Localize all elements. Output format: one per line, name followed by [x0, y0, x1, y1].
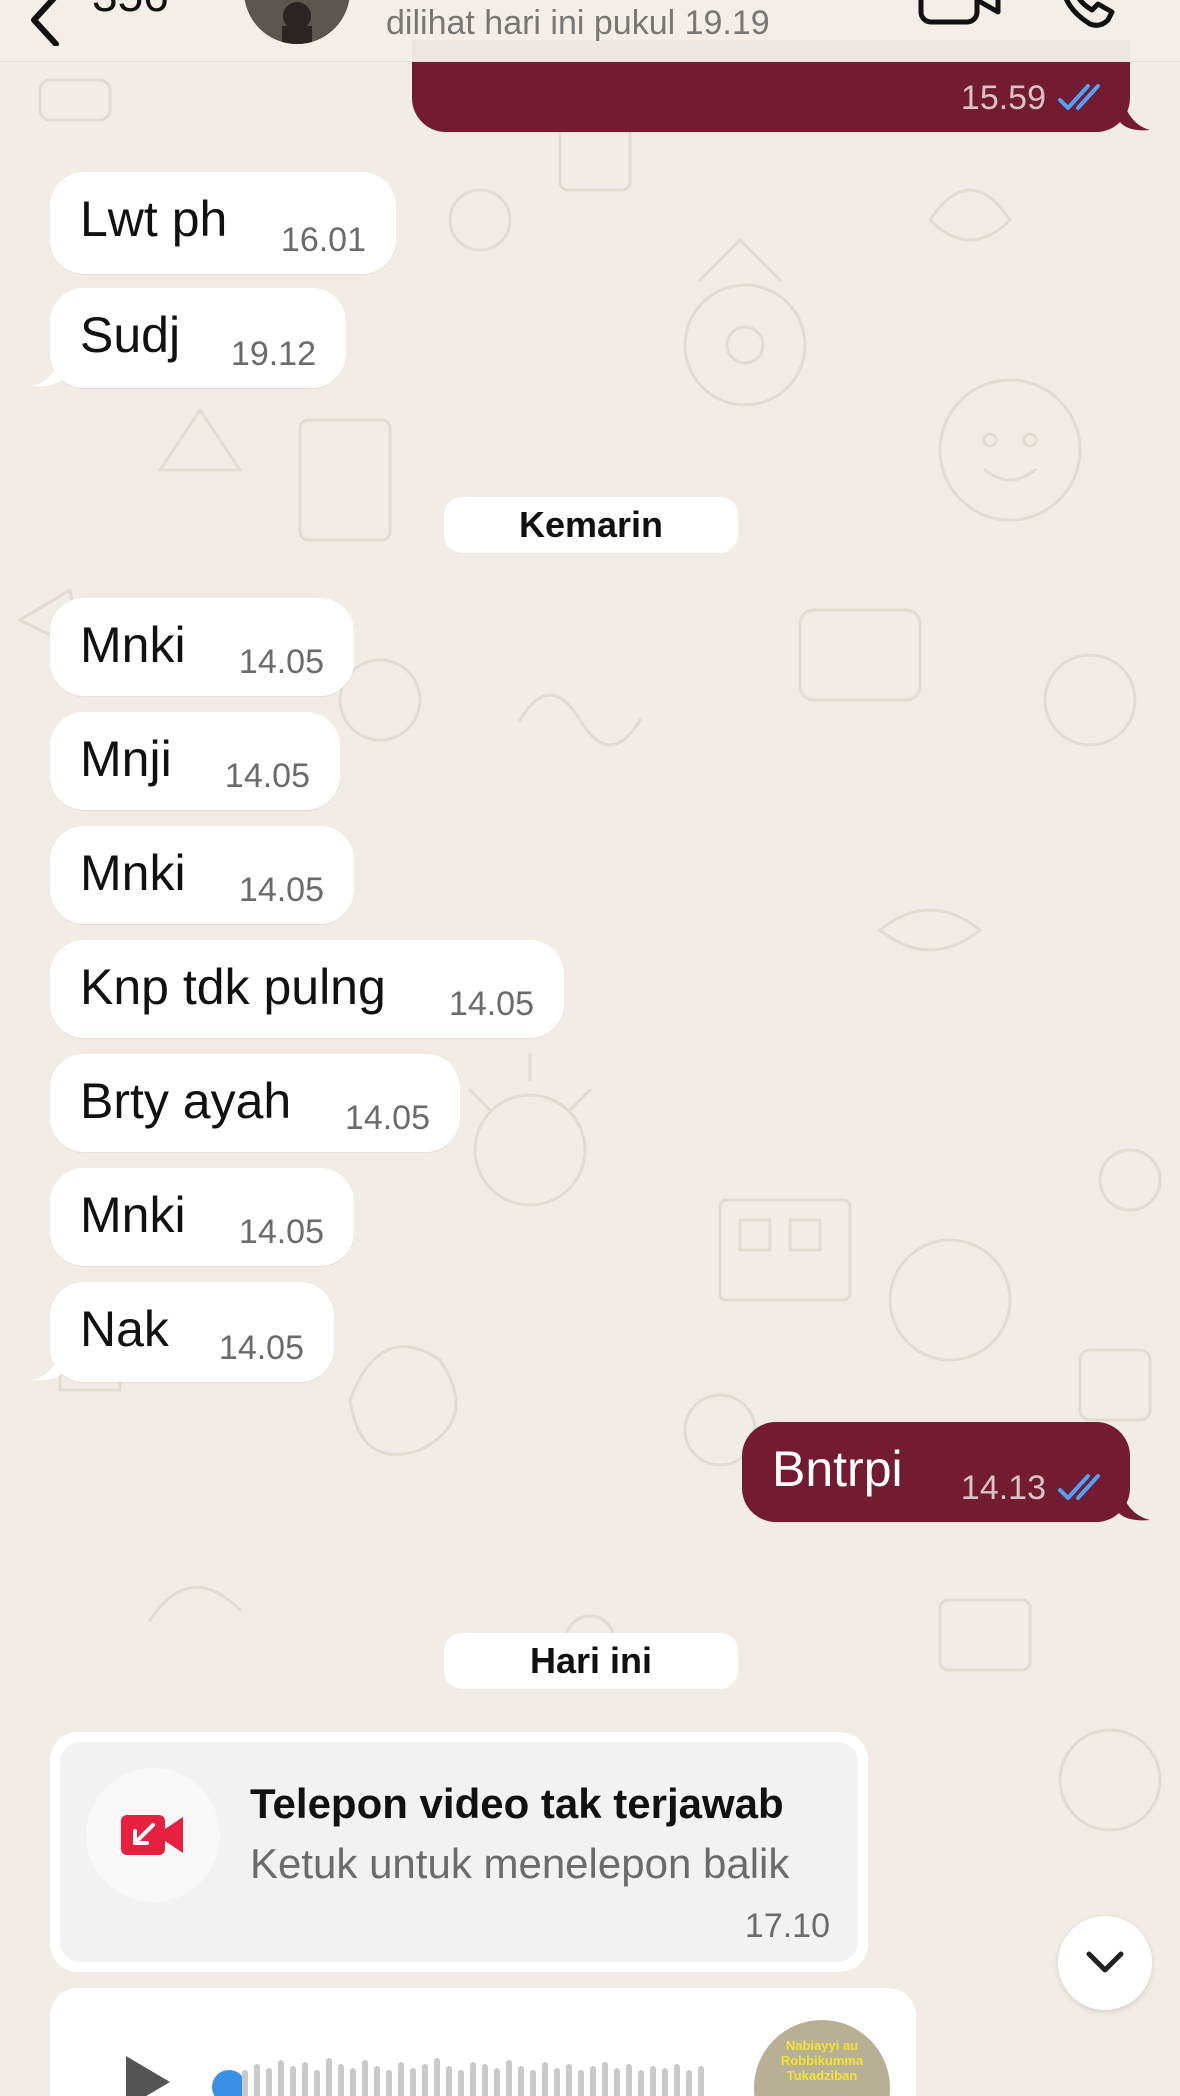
back-button[interactable]: 356	[22, 0, 182, 56]
voice-call-icon[interactable]	[1058, 0, 1122, 30]
missed-call-icon-wrap	[86, 1768, 220, 1902]
voice-waveform[interactable]	[242, 2050, 742, 2096]
message-time: 14.05	[344, 1099, 430, 1137]
missed-video-call-card[interactable]: Telepon video tak terjawab Ketuk untuk m…	[50, 1732, 868, 1972]
message-text: Lwt ph	[80, 191, 228, 247]
missed-call-subtitle: Ketuk untuk menelepon balik	[250, 1840, 790, 1887]
unread-count: 356	[92, 0, 169, 22]
missed-video-call-icon	[121, 1815, 183, 1855]
message-text: Bntrpi	[772, 1441, 903, 1497]
message-time: 14.05	[238, 643, 324, 681]
message-text: Sudj	[80, 307, 181, 363]
date-separator: Kemarin	[444, 497, 738, 553]
message-time: 14.05	[218, 1329, 304, 1367]
message-bubble-incoming[interactable]: Knp tdk pulng 14.05	[50, 940, 564, 1038]
message-text: Nak	[80, 1301, 169, 1357]
video-call-icon[interactable]	[918, 0, 1002, 26]
message-time: 19.12	[230, 335, 316, 373]
message-bubble-incoming[interactable]: Mnki 14.05	[50, 598, 354, 696]
message-time: 14.05	[448, 985, 534, 1023]
chevron-down-icon	[1086, 1951, 1124, 1973]
message-text: Knp tdk pulng	[80, 959, 386, 1015]
message-bubble-incoming[interactable]: Brty ayah 14.05	[50, 1054, 460, 1152]
missed-call-content[interactable]: Telepon video tak terjawab Ketuk untuk m…	[60, 1742, 858, 1962]
message-bubble-incoming[interactable]: Nak 14.05	[50, 1282, 334, 1382]
message-bubble-incoming[interactable]: Mnki 14.05	[50, 1168, 354, 1266]
voice-sender-avatar: Nabiayyi au Robbikumma Tukadziban	[754, 2020, 890, 2096]
message-bubble-incoming[interactable]: Mnki 14.05	[50, 826, 354, 924]
scroll-to-bottom-button[interactable]	[1058, 1916, 1152, 2010]
message-text: Mnji	[80, 731, 172, 787]
read-receipt-icon	[1058, 1474, 1100, 1500]
message-time: 14.05	[238, 871, 324, 909]
message-text: Mnki	[80, 845, 186, 901]
read-receipt-icon	[1058, 84, 1100, 110]
message-bubble-outgoing[interactable]: Bntrpi 14.13	[742, 1422, 1130, 1522]
contact-avatar[interactable]	[244, 0, 350, 44]
message-text: Brty ayah	[80, 1073, 292, 1129]
message-time: 14.13	[960, 1469, 1046, 1507]
message-time: 15.59	[960, 79, 1046, 117]
message-text: Mnki	[80, 617, 186, 673]
message-bubble-incoming[interactable]: Sudj 19.12	[50, 288, 346, 388]
message-bubble-incoming[interactable]: Mnji 14.05	[50, 712, 340, 810]
last-seen-status[interactable]: dilihat hari ini pukul 19.19	[386, 4, 770, 43]
back-chevron-icon	[31, 0, 59, 46]
missed-call-title: Telepon video tak terjawab	[250, 1780, 784, 1827]
message-bubble-incoming[interactable]: Lwt ph 16.01	[50, 172, 396, 274]
message-text: Mnki	[80, 1187, 186, 1243]
chat-header: 356 dilihat hari ini pukul 19.19	[0, 0, 1180, 62]
message-time: 14.05	[238, 1213, 324, 1251]
date-separator: Hari ini	[444, 1633, 738, 1689]
message-time: 16.01	[280, 221, 366, 259]
voice-note-bubble[interactable]: Nabiayyi au Robbikumma Tukadziban	[50, 1988, 916, 2096]
play-icon[interactable]	[122, 2052, 174, 2096]
voice-avatar-caption: Nabiayyi au Robbikumma Tukadziban	[780, 2038, 864, 2083]
voice-progress-handle[interactable]	[212, 2070, 246, 2096]
message-time: 14.05	[224, 757, 310, 795]
missed-call-time: 17.10	[744, 1907, 830, 1945]
